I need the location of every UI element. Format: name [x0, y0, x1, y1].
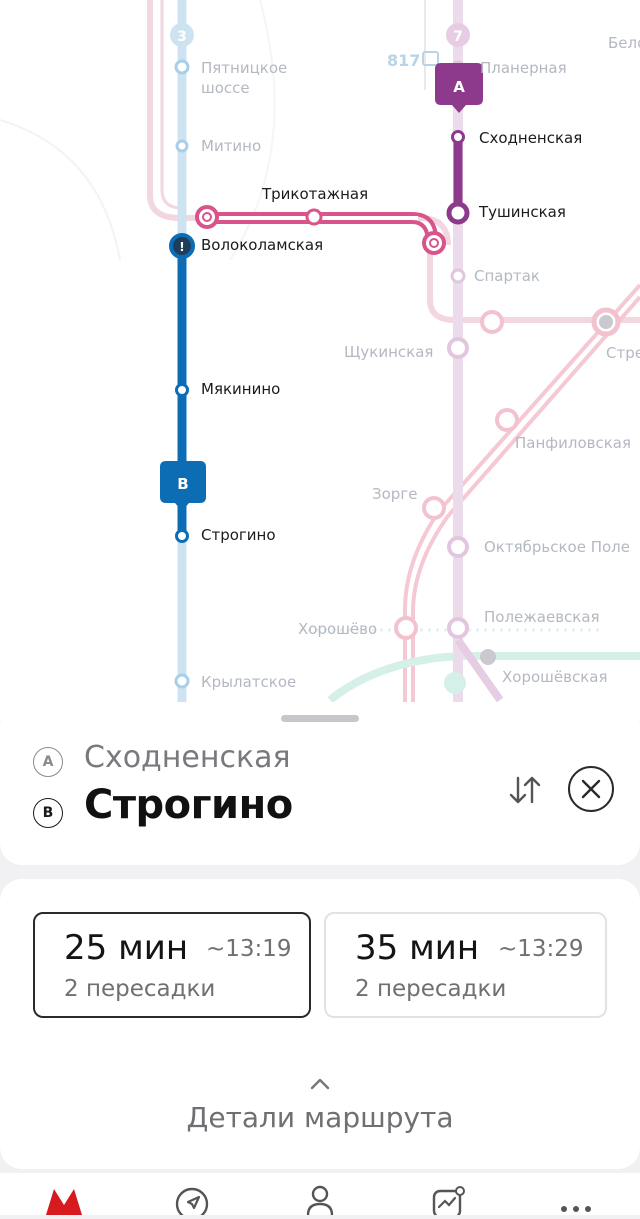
nav-profile[interactable] [300, 1185, 340, 1216]
route-card: A Сходненская B Строгино [0, 702, 640, 865]
metro-map-svg[interactable]: ! 3 7 817 A B Пятницкое шоссе Митино Вол… [0, 0, 640, 720]
route-option-transfers: 2 пересадки [64, 976, 216, 1002]
point-b-marker-label: B [177, 475, 188, 493]
profile-icon [306, 1185, 334, 1216]
stats-icon [432, 1186, 465, 1219]
station-label-strogino[interactable]: Строгино [201, 526, 276, 544]
route-option-duration: 25 мин [64, 928, 189, 968]
close-button[interactable] [568, 766, 614, 812]
nav-navigate[interactable] [172, 1185, 212, 1219]
station-label-bel[interactable]: Бело [608, 34, 640, 52]
station-label-oktyabrskoe-pole[interactable]: Октябрьское Поле [484, 538, 630, 556]
swap-vertical-icon [509, 776, 541, 804]
route-option-arrival: ~13:29 [498, 936, 584, 962]
metro-logo-icon [46, 1189, 82, 1215]
route-option-transfers: 2 пересадки [355, 976, 507, 1002]
station-label-khoroshevo[interactable]: Хорошёво [298, 620, 377, 638]
station-label-skhodnenskaya[interactable]: Сходненская [479, 129, 582, 147]
station-label-tushinskaya[interactable]: Тушинская [478, 203, 566, 221]
station-label-khoroshevskaya[interactable]: Хорошёвская [502, 668, 607, 686]
point-a-marker-label: A [453, 78, 465, 96]
nav-metro[interactable] [44, 1185, 84, 1215]
svg-text:!: ! [179, 240, 184, 254]
route-options-panel: 25 мин ~13:19 2 пересадки 35 мин ~13:29 … [0, 879, 640, 1169]
station-markers[interactable]: ! [169, 59, 621, 694]
swap-button[interactable] [503, 768, 547, 812]
point-a-marker[interactable]: A [435, 63, 483, 113]
route-option-1[interactable]: 25 мин ~13:19 2 пересадки [33, 912, 311, 1018]
route-option-2[interactable]: 35 мин ~13:29 2 пересадки [324, 912, 607, 1018]
nav-stats[interactable] [428, 1185, 468, 1219]
station-labels[interactable]: Пятницкое шоссе Митино Волоколамская Мяк… [201, 34, 640, 691]
close-icon [581, 779, 601, 799]
route-option-arrival: ~13:19 [206, 936, 292, 962]
metro-map[interactable]: ! 3 7 817 A B Пятницкое шоссе Митино Вол… [0, 0, 640, 720]
navigate-icon [175, 1187, 209, 1219]
bottom-nav [0, 1173, 640, 1219]
station-label-stre[interactable]: Стре [606, 344, 640, 362]
more-icon [561, 1206, 591, 1212]
from-station[interactable]: Сходненская [84, 740, 291, 775]
to-station[interactable]: Строгино [84, 782, 293, 828]
station-label-planernaya[interactable]: Планерная [480, 59, 567, 77]
station-label-pyatnitskoe[interactable]: Пятницкое [201, 59, 287, 77]
nav-more[interactable] [556, 1185, 596, 1215]
station-label-shchukinskaya[interactable]: Щукинская [344, 343, 433, 361]
station-label-spartak[interactable]: Спартак [474, 267, 540, 285]
station-label-myakinino[interactable]: Мякинино [201, 380, 280, 398]
route-details-link[interactable]: Детали маршрута [0, 1101, 640, 1134]
sheet-grab-handle[interactable] [281, 715, 359, 722]
point-b-badge: B [33, 798, 63, 828]
station-label-panfilovskaya[interactable]: Панфиловская [515, 434, 631, 452]
line-7-badge: 7 [453, 29, 463, 45]
chevron-up-icon[interactable] [306, 1075, 334, 1091]
station-label-trikotazhnaya[interactable]: Трикотажная [261, 185, 368, 203]
counter-label: 817 [387, 51, 420, 70]
line-3-badge: 3 [177, 29, 187, 45]
point-b-marker[interactable]: B [160, 461, 206, 511]
station-label-krylatskoe[interactable]: Крылатское [201, 673, 296, 691]
route-option-duration: 35 мин [355, 928, 480, 968]
point-a-badge-label: A [42, 754, 54, 770]
point-b-badge-label: B [42, 805, 54, 821]
station-label-zorge[interactable]: Зорге [372, 485, 417, 503]
station-label-polezhaevskaya[interactable]: Полежаевская [484, 608, 600, 626]
station-label-volokolamskaya[interactable]: Волоколамская [201, 236, 323, 254]
station-label-pyatnitskoe-2[interactable]: шоссе [201, 79, 250, 97]
station-label-mitino[interactable]: Митино [201, 137, 261, 155]
point-a-badge: A [33, 747, 63, 777]
